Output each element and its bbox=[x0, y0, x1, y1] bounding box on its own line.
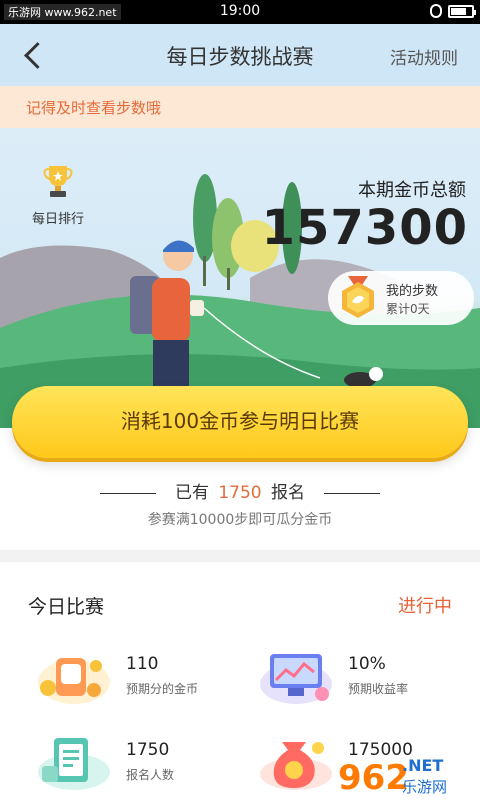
medal-icon bbox=[342, 276, 374, 318]
today-match-title: 今日比赛 bbox=[28, 596, 105, 618]
today-match-status: 进行中 bbox=[398, 596, 452, 617]
stat-value: 10% bbox=[348, 654, 386, 674]
stat-expected-yield: 10% 预期收益率 bbox=[256, 644, 476, 714]
signup-suffix: 报名 bbox=[271, 483, 306, 503]
chart-screen-icon bbox=[260, 654, 332, 704]
stat-expected-coins: 110 预期分的金币 bbox=[34, 644, 254, 714]
today-match-panel: 今日比赛 进行中 110 预期分的金币 10% 预期收益率 1750 报名人数 … bbox=[0, 562, 480, 800]
logo-name: 乐游网 bbox=[402, 778, 448, 796]
logo-domain: .NET bbox=[402, 756, 444, 775]
battery-icon bbox=[448, 4, 476, 18]
divider-left bbox=[99, 492, 156, 494]
header-bar: 每日步数挑战赛 活动规则 bbox=[0, 24, 480, 86]
my-steps-days: 累计0天 bbox=[386, 302, 430, 316]
signup-count: 已有 1750 报名 bbox=[0, 478, 480, 503]
stat-label: 报名人数 bbox=[126, 768, 175, 782]
my-steps-card[interactable]: 我的步数 累计0天 bbox=[328, 271, 474, 325]
trophy-icon bbox=[43, 166, 73, 197]
stat-value: 1750 bbox=[126, 740, 170, 760]
stat-signup-count: 1750 报名人数 bbox=[34, 730, 254, 800]
join-tomorrow-button[interactable]: 消耗100金币参与明日比赛 bbox=[12, 386, 468, 458]
signup-prefix: 已有 bbox=[174, 483, 209, 503]
daily-ranking-entry[interactable]: 每日排行 bbox=[22, 164, 94, 227]
reminder-text: 记得及时查看步数哦 bbox=[26, 99, 162, 117]
rotation-lock-icon bbox=[430, 4, 442, 18]
status-bar: 乐游网 www.962.net 19:00 bbox=[0, 0, 480, 24]
logo-mark: 962 bbox=[338, 758, 409, 798]
signup-number: 1750 bbox=[218, 483, 262, 503]
signup-note: 参赛满10000步即可瓜分金币 bbox=[147, 512, 333, 528]
reminder-banner: 记得及时查看步数哦 bbox=[0, 86, 480, 128]
coin-pool-value: 157300 bbox=[261, 200, 468, 256]
clipboard-icon bbox=[38, 738, 110, 790]
status-icons bbox=[430, 4, 476, 18]
daily-ranking-label: 每日排行 bbox=[31, 212, 84, 227]
status-time: 19:00 bbox=[219, 3, 261, 19]
money-bag-icon bbox=[260, 742, 332, 790]
hero-banner: 每日排行 本期金币总额 157300 我的步数 累计0天 bbox=[0, 128, 480, 428]
activity-rules-link[interactable]: 活动规则 bbox=[390, 44, 458, 69]
coin-pool-label: 本期金币总额 bbox=[358, 180, 466, 201]
site-logo: 962 .NET 乐游网 bbox=[332, 752, 480, 800]
divider-right bbox=[324, 492, 381, 494]
stat-label: 预期分的金币 bbox=[126, 682, 199, 696]
my-steps-label: 我的步数 bbox=[386, 284, 439, 299]
stat-label: 预期收益率 bbox=[348, 682, 409, 696]
stat-value: 110 bbox=[126, 654, 159, 674]
coin-bag-icon bbox=[38, 658, 110, 704]
